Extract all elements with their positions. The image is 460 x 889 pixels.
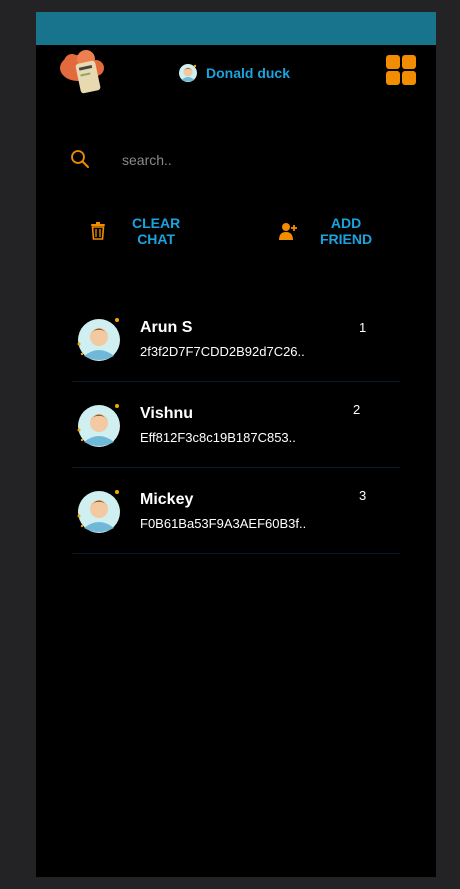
friend-avatar-icon bbox=[77, 404, 120, 447]
grid-cell bbox=[386, 71, 400, 85]
friend-row[interactable]: Mickey F0B61Ba53F9A3AEF60B3f.. 3 bbox=[72, 468, 400, 554]
friend-name: Vishnu bbox=[140, 405, 194, 422]
friend-list: Arun S 2f3f2D7F7CDD2B92d7C26.. 1 Vishnu … bbox=[72, 296, 400, 554]
friend-number: 1 bbox=[359, 320, 367, 335]
add-friend-button[interactable]: ADD FRIEND bbox=[278, 215, 372, 247]
search-bar bbox=[70, 147, 370, 173]
trash-icon bbox=[91, 222, 105, 240]
phone-screen: Donald duck CLEAR CHAT ADD FRIEN bbox=[36, 12, 436, 877]
add-user-icon bbox=[279, 223, 297, 240]
friend-address: Eff812F3c8c19B187C853.. bbox=[140, 430, 296, 445]
friend-name: Arun S bbox=[140, 319, 193, 336]
friend-address: 2f3f2D7F7CDD2B92d7C26.. bbox=[140, 344, 305, 359]
user-name: Donald duck bbox=[206, 65, 291, 81]
friend-row[interactable]: Arun S 2f3f2D7F7CDD2B92d7C26.. 1 bbox=[72, 296, 400, 382]
friend-row[interactable]: Vishnu Eff812F3c8c19B187C853.. 2 bbox=[72, 382, 400, 468]
friend-avatar-icon bbox=[77, 318, 120, 361]
friend-name: Mickey bbox=[140, 491, 194, 508]
clear-chat-button[interactable]: CLEAR CHAT bbox=[90, 215, 180, 247]
grid-cell bbox=[402, 71, 416, 85]
grid-menu-icon[interactable] bbox=[386, 55, 416, 85]
friend-number: 3 bbox=[359, 488, 367, 503]
friend-address: F0B61Ba53F9A3AEF60B3f.. bbox=[140, 516, 307, 531]
user-profile[interactable]: Donald duck bbox=[178, 62, 290, 84]
search-icon[interactable] bbox=[70, 149, 90, 169]
grid-cell bbox=[402, 55, 416, 69]
grid-cell bbox=[386, 55, 400, 69]
add-friend-label: ADD FRIEND bbox=[320, 215, 373, 247]
search-input[interactable] bbox=[120, 147, 344, 173]
friend-number: 2 bbox=[353, 402, 361, 417]
friend-avatar-icon bbox=[77, 490, 120, 533]
clear-chat-label: CLEAR CHAT bbox=[132, 215, 181, 247]
cloud-chat-logo-icon[interactable] bbox=[58, 48, 108, 96]
status-bar bbox=[36, 12, 436, 45]
user-avatar-icon bbox=[179, 64, 197, 82]
